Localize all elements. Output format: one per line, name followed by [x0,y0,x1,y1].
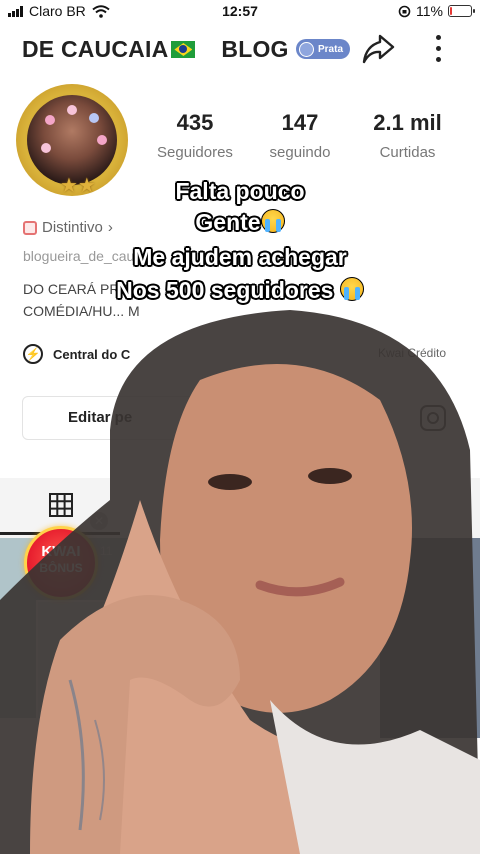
caption-line: Me ajudem achegar [133,244,347,270]
central-creator-link[interactable]: ⚡ Central do C [23,344,130,364]
caption-line: Falta pouco [175,178,305,204]
bolt-icon: ⚡ [23,344,43,364]
profile-header: DE CAUCAIA BLOG Prata [0,28,480,68]
close-icon[interactable]: ✕ [90,512,108,530]
stat-label: seguindo [269,144,331,161]
tab-grid[interactable] [48,492,74,518]
orientation-lock-icon [398,5,411,17]
thumbnail-count: 11 [100,544,113,558]
kwai-bonus-subtitle: BÔNUS [39,561,83,575]
prata-badge[interactable]: Prata [296,39,351,59]
profile-stats: 435 Seguidores 147 seguindo 2.1 mil Curt… [145,110,455,170]
avatar-photo [27,95,117,185]
stat-label: Seguidores [157,144,233,161]
medal-icon [299,41,314,57]
more-vertical-icon [435,34,441,40]
more-options-button[interactable] [424,30,452,66]
central-label: Central do C [53,346,131,362]
crying-face-icon [260,209,285,233]
caption-text: Nos 500 seguidores [116,277,334,303]
crying-face-icon [339,277,364,301]
battery-level [450,7,452,15]
prata-badge-label: Prata [318,43,344,55]
stat-followers[interactable]: 435 Seguidores [145,110,245,161]
kwai-bonus-button[interactable]: KWAI BÔNUS [24,526,98,600]
stat-likes[interactable]: 2.1 mil Curtidas [360,110,455,161]
instagram-icon[interactable] [420,405,446,431]
share-button[interactable] [360,32,396,66]
edit-profile-button[interactable]: Editar pe [22,396,322,440]
stat-value: 147 [281,110,319,135]
status-bar: Claro BR 12:57 11% [0,0,480,24]
stat-following[interactable]: 147 seguindo [255,110,345,161]
grid-icon [49,493,73,517]
battery-icon [448,5,475,17]
blog-label: BLOG [221,36,289,62]
stat-label: Curtidas [379,144,436,161]
stat-value: 435 [176,110,214,135]
profile-title: DE CAUCAIA [22,36,169,62]
caption-line: Nos 500 seguidores [0,277,480,304]
caption-text: Gente [195,209,261,235]
caption-line: Gente [0,209,480,236]
kwai-credito-link[interactable]: Kwai Crédito [378,346,446,360]
brazil-flag-icon [171,41,196,58]
share-arrow-icon [362,34,395,64]
stat-value: 2.1 mil [373,110,442,135]
battery-percent: 11% [416,3,443,19]
video-thumbnail[interactable] [36,600,148,720]
kwai-bonus-title: KWAI [41,543,81,560]
video-thumbnail[interactable] [380,538,480,738]
